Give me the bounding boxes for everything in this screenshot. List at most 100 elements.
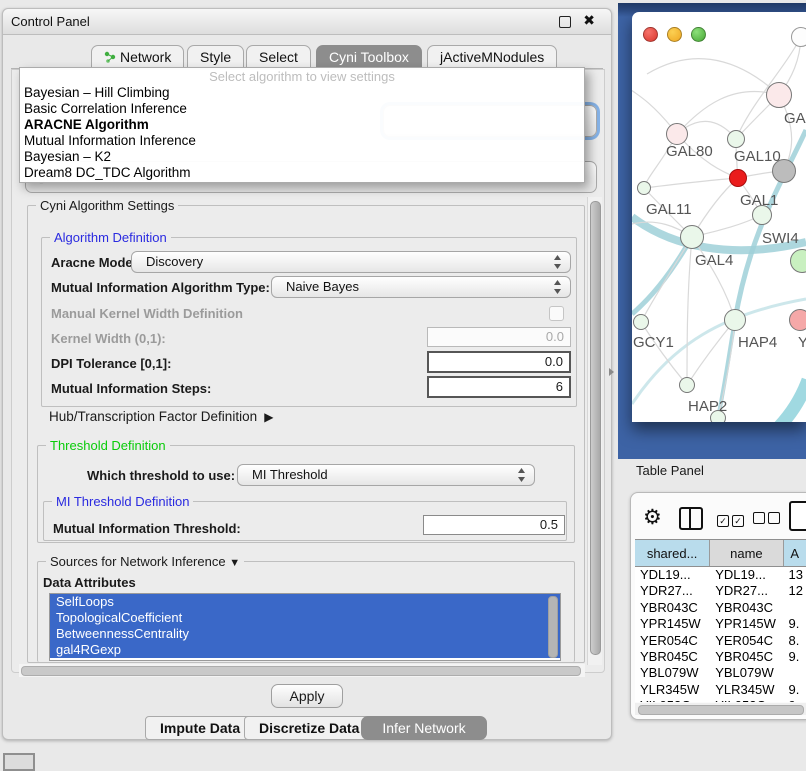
gear-icon[interactable]: ⚙ [643,505,662,530]
algorithm-option[interactable]: Mutual Information Inference [20,133,584,149]
table-cell[interactable]: YDL19... [710,567,783,583]
table-row[interactable]: YLR345WYLR345W9. [635,682,806,698]
kernel-width-label: Kernel Width (0,1): [51,331,166,346]
manual-kernel-checkbox[interactable] [549,306,564,321]
table-cell[interactable]: 9. [783,649,806,665]
data-attributes-list[interactable]: SelfLoopsTopologicalCoefficientBetweenne… [49,593,561,661]
tab-discretize-data[interactable]: Discretize Data [244,716,374,740]
table-cell[interactable]: YER054C [635,633,710,649]
table-row[interactable]: YBL079WYBL079W [635,665,806,681]
tab-style[interactable]: Style [187,45,244,69]
table-row[interactable]: YDL19...YDL19...13 [635,567,806,583]
hub-definition-toggle[interactable]: Hub/Transcription Factor Definition ▶ [49,409,273,424]
network-node-hap4[interactable] [724,309,746,331]
table-cell[interactable]: 13 [783,567,806,583]
table-cell[interactable]: YDR27... [635,583,710,599]
mi-threshold-input[interactable]: 0.5 [423,515,565,535]
table-cell[interactable]: YBR045C [710,649,783,665]
control-panel-titlebar[interactable]: Control Panel ✖ [3,9,611,35]
table-cell[interactable]: 8. [783,633,806,649]
column-header[interactable]: A [784,540,806,566]
list-scrollbar[interactable] [548,596,558,658]
network-node-gal80[interactable] [666,123,688,145]
tab-select[interactable]: Select [246,45,311,69]
network-node[interactable] [791,27,806,47]
network-node-gal11[interactable] [637,181,651,195]
aracne-mode-select[interactable]: Discovery [131,251,571,273]
dpi-tolerance-input[interactable]: 0.0 [427,351,571,373]
close-icon[interactable]: ✖ [583,12,595,29]
splitter-collapse-icon[interactable] [609,368,614,376]
attribute-list-item[interactable]: BetweennessCentrality [50,626,560,642]
export-table-icon[interactable] [789,501,806,531]
table-row[interactable]: YBR043CYBR043C [635,600,806,616]
table-cell[interactable]: 9. [783,682,806,698]
table-cell[interactable]: YIL053C [710,698,783,702]
table-header-row[interactable]: shared...nameA [635,540,806,567]
table-cell[interactable]: YLR345W [710,682,783,698]
scrollbar-thumb[interactable] [21,666,581,676]
table-cell[interactable]: YBR043C [710,600,783,616]
tab-impute-data[interactable]: Impute Data [145,716,255,740]
algorithm-option[interactable]: Bayesian – Hill Climbing [20,85,584,101]
table-cell[interactable]: YBR043C [635,600,710,616]
table-row[interactable]: YIL053CYIL053C9 [635,698,806,702]
which-threshold-select[interactable]: MI Threshold [237,464,535,486]
network-node-selected-red[interactable] [729,169,747,187]
network-node-gcy1[interactable] [633,314,649,330]
algorithm-option[interactable]: Bayesian – K2 [20,149,584,165]
settings-horizontal-scrollbar[interactable] [19,664,585,677]
attribute-list-item[interactable]: SelfLoops [50,594,560,610]
network-node-hap2[interactable] [679,377,695,393]
table-row[interactable]: YDR27...YDR27...12 [635,583,806,599]
table-cell[interactable]: YIL053C [635,698,710,702]
table-cell[interactable]: YER054C [710,633,783,649]
table-cell[interactable] [783,600,806,616]
network-node-pink[interactable] [789,309,806,331]
table-horizontal-scrollbar[interactable] [635,703,806,715]
column-header[interactable]: shared... [635,540,710,566]
network-view-window[interactable]: GAL GAL80 GAL10 GAL1 GAL11 SWI4 GAL4 GCY… [632,12,806,422]
columns-icon[interactable] [679,507,703,530]
minimized-panel-icon[interactable] [3,753,35,771]
table-body: YDL19...YDL19...13YDR27...YDR27...12YBR0… [635,567,806,702]
table-cell[interactable]: 12 [783,583,806,599]
table-row[interactable]: YBR045CYBR045C9. [635,649,806,665]
table-cell[interactable]: YBL079W [710,665,783,681]
column-header[interactable]: name [710,540,783,566]
table-cell[interactable]: 9. [783,616,806,632]
tab-jactivemnodules[interactable]: jActiveMNodules [427,45,557,69]
network-node-gal4[interactable] [680,225,704,249]
attribute-list-item[interactable]: gal4RGexp [50,642,560,658]
select-all-icon[interactable]: ✓✓ [717,512,744,527]
network-node[interactable] [766,82,792,108]
table-row[interactable]: YER054CYER054C8. [635,633,806,649]
tab-infer-network[interactable]: Infer Network [361,716,487,740]
table-cell[interactable]: YPR145W [635,616,710,632]
table-cell[interactable]: YBL079W [635,665,710,681]
table-cell[interactable]: YDL19... [635,567,710,583]
tab-network[interactable]: Network [91,45,184,69]
table-cell[interactable]: 9 [783,698,806,702]
algorithm-option[interactable]: Dream8 DC_TDC Algorithm [20,165,584,181]
mi-steps-input[interactable]: 6 [427,376,571,398]
deselect-all-icon[interactable] [753,512,780,527]
algorithm-option[interactable]: ARACNE Algorithm [20,117,584,133]
attribute-list-item[interactable]: TopologicalCoefficient [50,610,560,626]
table-cell[interactable]: YPR145W [710,616,783,632]
table-cell[interactable] [783,665,806,681]
table-cell[interactable]: YLR345W [635,682,710,698]
algorithm-option[interactable]: Basic Correlation Inference [20,101,584,117]
float-window-icon[interactable] [559,16,571,28]
network-node-gal10[interactable] [727,130,745,148]
tab-cyni-toolbox[interactable]: Cyni Toolbox [316,45,422,69]
table-cell[interactable]: YDR27... [710,583,783,599]
settings-vertical-scrollbar[interactable] [587,197,602,665]
scrollbar-thumb[interactable] [638,705,804,715]
table-cell[interactable]: YBR045C [635,649,710,665]
apply-button[interactable]: Apply [271,684,343,708]
chevron-down-icon[interactable]: ▼ [229,557,240,569]
scrollbar-thumb[interactable] [590,201,601,655]
mi-type-select[interactable]: Naive Bayes [271,276,571,298]
table-row[interactable]: YPR145WYPR145W9. [635,616,806,632]
